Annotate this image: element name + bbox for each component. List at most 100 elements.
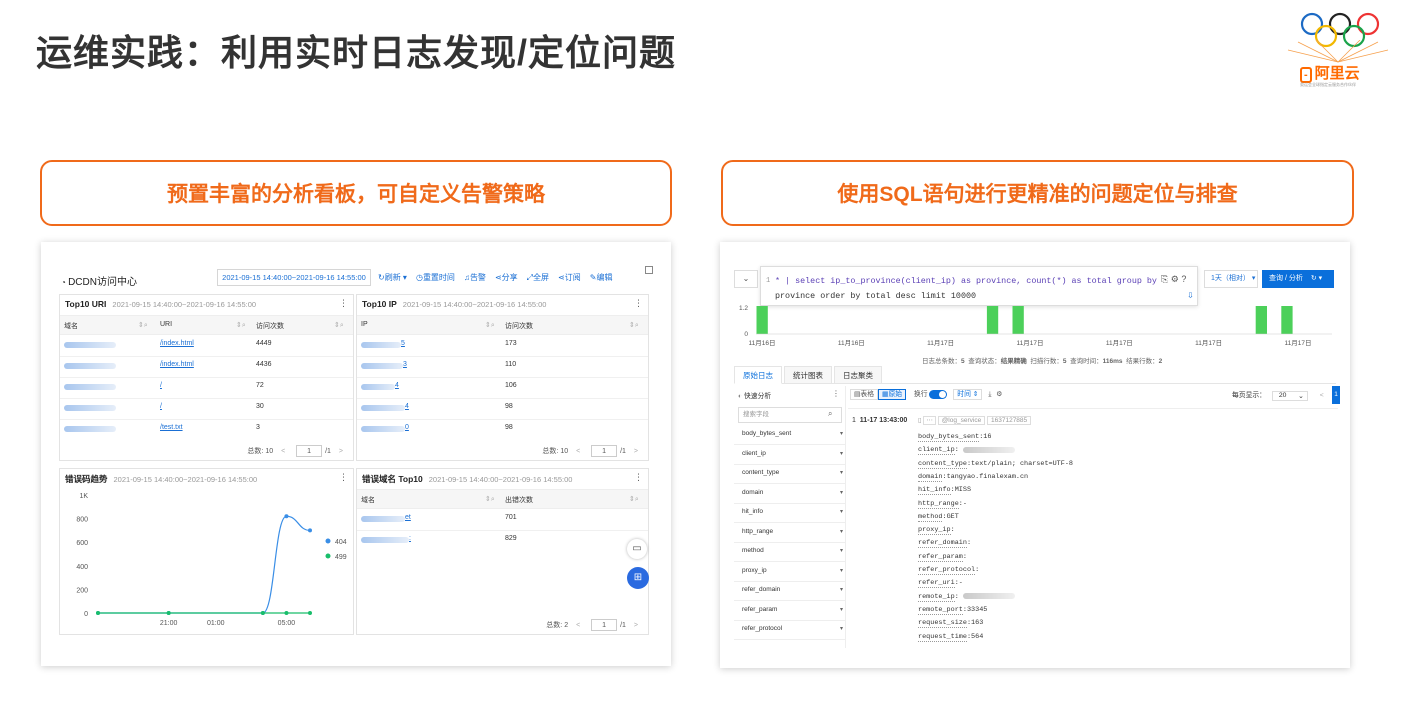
log-key[interactable]: refer_domain bbox=[918, 539, 967, 549]
field-item-body-bytes-sent[interactable]: body_bytes_sent ▾ bbox=[742, 430, 843, 437]
log-key[interactable]: body_bytes_sent bbox=[918, 433, 980, 442]
time-range-picker[interactable]: 2021-09-15 14:40:00~2021-09-16 14:55:00 bbox=[217, 269, 371, 286]
log-field-hit-info[interactable]: hit_info:MISS bbox=[918, 486, 971, 496]
sort-filter-icon[interactable]: ⇕⌕ bbox=[334, 321, 344, 330]
field-item-client-ip[interactable]: client_ip ▾ bbox=[742, 450, 843, 457]
chevron-down-icon[interactable]: ▾ bbox=[840, 430, 843, 437]
more-icon[interactable]: ⋮ bbox=[339, 472, 348, 483]
redacted-ip[interactable] bbox=[361, 426, 405, 432]
log-field-method[interactable]: method:GET bbox=[918, 512, 959, 522]
column-header[interactable]: 出错次数 bbox=[505, 495, 533, 505]
chevron-down-icon[interactable]: ▾ bbox=[840, 508, 843, 515]
log-field-remote-ip[interactable]: remote_ip: bbox=[918, 592, 1015, 602]
error-trend-chart[interactable]: 0 200 400 600 800 1K 21:00 01:00 05:00 404 499 bbox=[60, 483, 355, 635]
save-query-icon[interactable]: ⎘ bbox=[1161, 274, 1168, 284]
prev-page-icon[interactable]: < bbox=[576, 622, 580, 629]
redacted-domain[interactable] bbox=[64, 363, 116, 369]
chevron-down-icon[interactable]: ▾ bbox=[840, 489, 843, 496]
redacted-domain[interactable] bbox=[64, 384, 116, 390]
page-input[interactable]: 1 bbox=[591, 445, 618, 457]
uri-link[interactable]: /index.html bbox=[160, 340, 194, 347]
next-page-icon[interactable]: > bbox=[339, 448, 343, 455]
tab-raw-logs[interactable]: 原始日志 bbox=[734, 366, 782, 384]
log-field-content-type[interactable]: content_type:text/plain; charset=UTF-8 bbox=[918, 459, 1073, 469]
column-header[interactable]: URI bbox=[160, 321, 172, 328]
field-item-domain[interactable]: domain ▾ bbox=[742, 489, 843, 496]
sort-filter-icon[interactable]: ⇕⌕ bbox=[485, 495, 495, 504]
field-item-refer-domain[interactable]: refer_domain ▾ bbox=[742, 586, 843, 593]
next-page-icon[interactable]: > bbox=[634, 448, 638, 455]
log-field-client-ip[interactable]: client_ip: bbox=[918, 446, 1015, 456]
chat-icon[interactable]: ▭ bbox=[627, 539, 647, 559]
alert-button[interactable]: ♫告警 bbox=[464, 272, 486, 283]
uri-link[interactable]: /test.txt bbox=[160, 424, 183, 431]
log-key[interactable]: request_size bbox=[918, 619, 967, 629]
log-field-refer-uri[interactable]: refer_uri:- bbox=[918, 579, 963, 589]
tab-log-cluster[interactable]: 日志聚类 bbox=[834, 366, 882, 384]
log-field-http-range[interactable]: http_range:- bbox=[918, 499, 967, 509]
log-key[interactable]: remote_ip bbox=[918, 592, 955, 602]
chevron-down-icon[interactable]: ▾ bbox=[840, 586, 843, 593]
reset-time-button[interactable]: ◷重置时间 bbox=[416, 272, 455, 283]
help-icon[interactable]: ? bbox=[1181, 274, 1186, 284]
uri-link[interactable]: / bbox=[160, 403, 162, 410]
chevron-down-icon[interactable]: ▾ bbox=[840, 625, 843, 632]
table-view-button[interactable]: ▤表格 bbox=[850, 389, 879, 400]
chevron-down-icon[interactable]: ▾ bbox=[840, 450, 843, 457]
log-key[interactable]: refer_param bbox=[918, 552, 963, 562]
more-icon[interactable]: ⋮ bbox=[634, 472, 643, 483]
prev-page-icon[interactable]: < bbox=[576, 448, 580, 455]
uri-link[interactable]: / bbox=[160, 382, 162, 389]
per-page-select[interactable]: 20 ⌄ bbox=[1271, 391, 1308, 401]
log-key[interactable]: refer_uri bbox=[918, 579, 955, 589]
redacted-ip[interactable] bbox=[361, 384, 395, 390]
download-icon[interactable]: ⤓ bbox=[988, 391, 991, 398]
settings-icon[interactable]: ⚙ bbox=[996, 391, 1002, 398]
log-field-request-size[interactable]: request_size:163 bbox=[918, 619, 983, 629]
redacted-domain[interactable] bbox=[361, 537, 409, 543]
subscribe-button[interactable]: ⋖订阅 bbox=[558, 272, 581, 283]
column-header[interactable]: 访问次数 bbox=[505, 321, 533, 331]
next-page-icon[interactable]: > bbox=[634, 622, 638, 629]
ip-link[interactable]: 5 bbox=[401, 340, 405, 347]
sort-filter-icon[interactable]: ⇕⌕ bbox=[138, 321, 148, 330]
field-item-content-type[interactable]: content_type ▾ bbox=[742, 469, 843, 476]
domain-link[interactable]: : bbox=[409, 535, 411, 542]
log-key[interactable]: remote_port bbox=[918, 605, 963, 615]
log-key[interactable]: refer_protocol bbox=[918, 566, 976, 575]
collapse-icon[interactable] bbox=[645, 266, 653, 274]
page-input[interactable]: 1 bbox=[296, 445, 323, 457]
log-key[interactable]: request_time bbox=[918, 632, 967, 642]
time-sort-button[interactable]: 时间 ⇕ bbox=[953, 389, 983, 400]
redacted-domain[interactable] bbox=[64, 426, 116, 432]
chevron-down-icon[interactable]: ▾ bbox=[840, 469, 843, 476]
redacted-ip[interactable] bbox=[361, 342, 401, 348]
field-item-proxy-ip[interactable]: proxy_ip ▾ bbox=[742, 567, 843, 574]
log-key[interactable]: proxy_ip bbox=[918, 526, 951, 536]
more-icon[interactable]: ⋮ bbox=[634, 298, 643, 309]
chevron-down-icon[interactable]: ▾ bbox=[840, 528, 843, 535]
column-header[interactable]: 访问次数 bbox=[256, 321, 284, 331]
current-page[interactable]: 1 bbox=[1332, 386, 1340, 404]
ip-link[interactable]: 4 bbox=[405, 403, 409, 410]
raw-view-button[interactable]: ▦原始 bbox=[878, 389, 907, 400]
log-key[interactable]: domain bbox=[918, 472, 943, 482]
log-field-refer-domain[interactable]: refer_domain: bbox=[918, 539, 971, 549]
refresh-button[interactable]: ↻刷新 ▾ bbox=[378, 272, 407, 283]
fullscreen-button[interactable]: ⤢全屏 bbox=[527, 272, 549, 283]
time-range-select[interactable]: 1天（相对） ▾ bbox=[1204, 270, 1258, 288]
uri-link[interactable]: /index.html bbox=[160, 361, 194, 368]
field-item-http-range[interactable]: http_range ▾ bbox=[742, 528, 843, 535]
prev-page-icon[interactable]: < bbox=[1320, 392, 1324, 399]
share-button[interactable]: ⋖分享 bbox=[495, 272, 518, 283]
log-field-body-bytes-sent[interactable]: body_bytes_sent:16 bbox=[918, 433, 991, 442]
redacted-ip[interactable] bbox=[361, 405, 405, 411]
search-field-input[interactable]: 搜索字段 bbox=[738, 407, 842, 423]
apps-icon[interactable]: ⊞ bbox=[627, 567, 649, 589]
more-icon[interactable]: ⋮ bbox=[339, 298, 348, 309]
domain-link[interactable]: et bbox=[405, 514, 411, 521]
search-icon[interactable]: ⌕ bbox=[828, 409, 832, 419]
more-icon[interactable]: ⋮ bbox=[832, 389, 840, 398]
doc-icon[interactable]: ▯ bbox=[918, 417, 922, 424]
sort-filter-icon[interactable]: ⇕⌕ bbox=[629, 495, 639, 504]
